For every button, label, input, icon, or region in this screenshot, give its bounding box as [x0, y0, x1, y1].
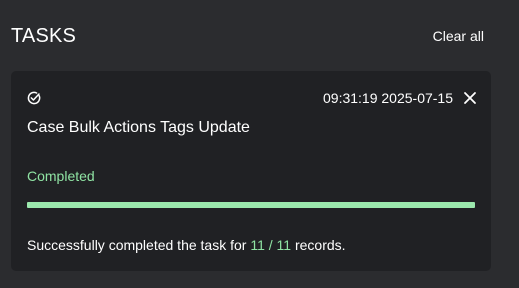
task-meta: 09:31:19 2025-07-15 [323, 90, 477, 106]
close-icon[interactable] [463, 91, 477, 105]
task-status: Completed [27, 168, 95, 184]
panel-header: TASKS Clear all [11, 24, 484, 48]
tasks-panel: TASKS Clear all 09:31:19 2025-07-15 Case… [0, 0, 519, 288]
total-count: 11 [276, 237, 292, 253]
task-card: 09:31:19 2025-07-15 Case Bulk Actions Ta… [11, 71, 491, 271]
task-name: Case Bulk Actions Tags Update [27, 119, 250, 136]
clear-all-button[interactable]: Clear all [433, 28, 484, 44]
completed-count: 11 [250, 237, 265, 253]
task-timestamp: 09:31:19 2025-07-15 [323, 90, 453, 106]
progress-bar [27, 202, 475, 208]
task-message: Successfully completed the task for 11 /… [27, 237, 346, 253]
message-suffix: records. [294, 237, 346, 253]
task-top-row: 09:31:19 2025-07-15 [27, 88, 477, 108]
message-prefix: Successfully completed the task for [27, 237, 247, 253]
check-circle-icon [27, 91, 41, 105]
progress-fill [27, 202, 475, 208]
panel-title: TASKS [11, 24, 77, 47]
